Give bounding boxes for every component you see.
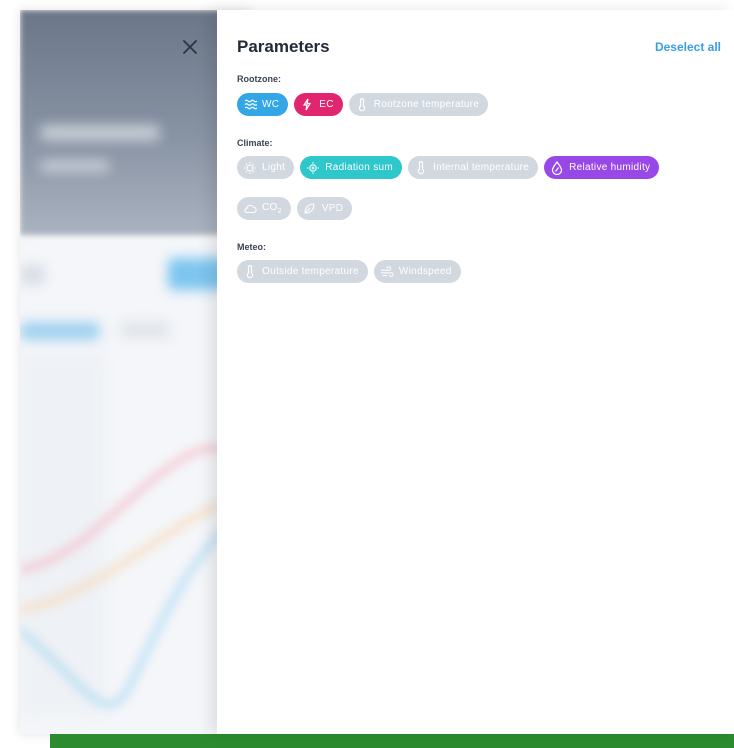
- rootzone-section-label: Rootzone:: [237, 74, 281, 84]
- close-icon: [183, 40, 197, 54]
- background-subtitle-blur: [40, 160, 110, 172]
- chip-relative-humidity[interactable]: Relative humidity: [544, 156, 660, 179]
- chip-label: Light: [262, 162, 286, 173]
- background-title-blur: [40, 125, 160, 141]
- leaf-drop-icon: [303, 202, 317, 216]
- chip-label: EC: [319, 99, 334, 110]
- close-button[interactable]: [177, 34, 203, 60]
- chip-label: Outside temperature: [262, 266, 359, 277]
- lightning-icon: [300, 98, 314, 112]
- chip-ec[interactable]: EC: [294, 93, 343, 116]
- chip-windspeed[interactable]: Windspeed: [373, 260, 461, 283]
- chip-light[interactable]: Light: [237, 156, 295, 179]
- parameters-drawer: Parameters Deselect all Rootzone: WC EC …: [217, 10, 734, 734]
- chip-label: Rootzone temperature: [373, 99, 480, 110]
- thermometer-icon: [243, 264, 257, 279]
- chip-label: Relative humidity: [569, 162, 651, 173]
- chip-label: CO2: [262, 202, 282, 215]
- radiation-sun-icon: [306, 161, 320, 175]
- chip-label: Internal temperature: [433, 162, 530, 173]
- drawer-title: Parameters: [237, 37, 330, 56]
- deselect-all-link[interactable]: Deselect all: [655, 40, 721, 54]
- background-app: [20, 10, 250, 734]
- chip-label: Windspeed: [398, 266, 452, 277]
- chip-rootzone-temperature[interactable]: Rootzone temperature: [348, 93, 489, 116]
- chip-outside-temperature[interactable]: Outside temperature: [237, 260, 368, 283]
- meteo-section-label: Meteo:: [237, 242, 266, 252]
- chip-vpd[interactable]: VPD: [296, 197, 353, 220]
- bottom-status-bar: [50, 734, 734, 748]
- thermometer-icon: [355, 97, 369, 112]
- background-search-blur: [20, 265, 45, 285]
- chip-co2[interactable]: CO2: [237, 197, 291, 220]
- wind-icon: [380, 265, 394, 279]
- background-header: [20, 10, 250, 235]
- background-tab2-blur: [120, 322, 170, 338]
- chip-radiation-sum[interactable]: Radiation sum: [300, 156, 403, 179]
- chip-label: Radiation sum: [325, 162, 394, 173]
- climate-chip-row-2: CO2 VPD: [237, 197, 353, 220]
- meteo-chip-row: Outside temperature Windspeed: [237, 260, 461, 283]
- thermometer-icon: [414, 160, 428, 175]
- climate-chip-row-1: Light Radiation sum Internal temperature…: [237, 156, 660, 179]
- droplet-icon: [550, 160, 564, 175]
- chip-label: WC: [262, 99, 280, 110]
- rootzone-chip-row: WC EC Rootzone temperature: [237, 93, 489, 116]
- chip-label: VPD: [321, 203, 344, 214]
- cloud-icon: [243, 202, 257, 216]
- climate-section-label: Climate:: [237, 138, 273, 148]
- waves-icon: [243, 98, 257, 112]
- chip-wc[interactable]: WC: [237, 93, 289, 116]
- chip-internal-temperature[interactable]: Internal temperature: [408, 156, 539, 179]
- background-chart-lines: [20, 445, 250, 708]
- sun-icon: [243, 161, 257, 175]
- background-tab-blur: [20, 322, 100, 340]
